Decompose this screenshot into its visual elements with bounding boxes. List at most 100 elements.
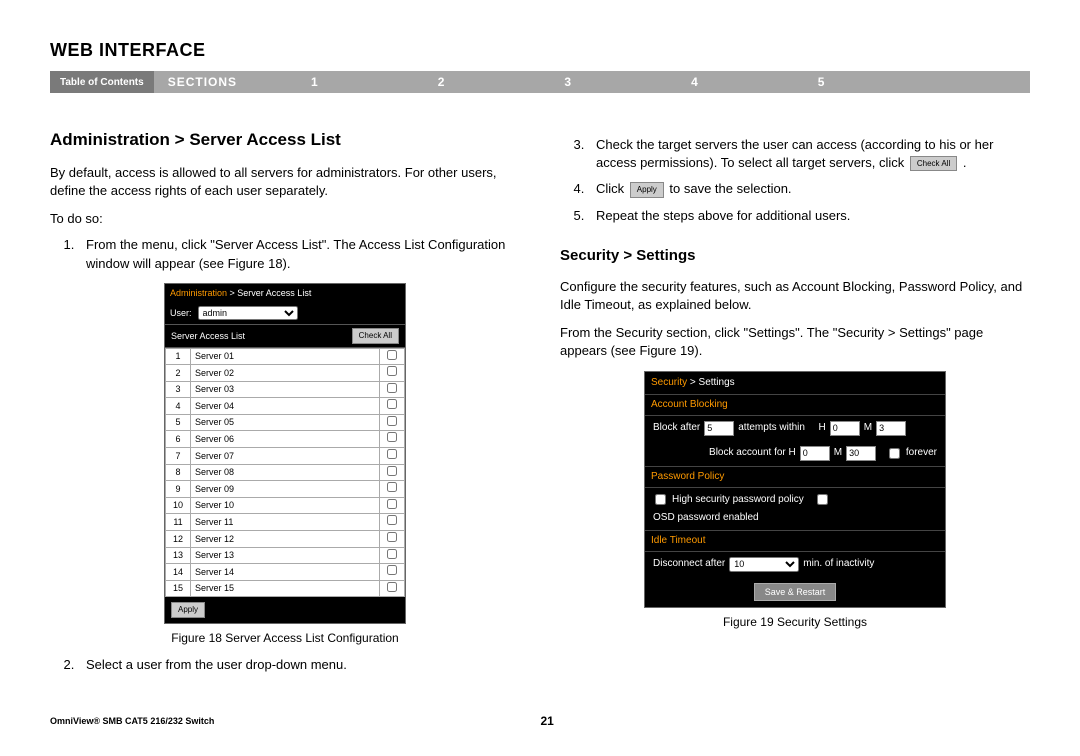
password-policy-row: High security password policy OSD passwo… xyxy=(645,488,945,530)
row-number: 8 xyxy=(166,464,191,481)
step-4-text-b: to save the selection. xyxy=(666,181,792,196)
timeout-select[interactable]: 10 xyxy=(729,557,799,572)
server-name: Server 07 xyxy=(191,448,380,465)
nav-section-3[interactable]: 3 xyxy=(504,75,631,89)
disconnect-row: Disconnect after 10 min. of inactivity xyxy=(645,552,945,577)
server-checkbox[interactable] xyxy=(387,383,397,393)
user-label: User: xyxy=(170,307,192,320)
fig18-breadcrumb: Administration > Server Access List xyxy=(165,284,405,303)
account-blocking-header: Account Blocking xyxy=(645,394,945,416)
step-2: Select a user from the user drop-down me… xyxy=(78,656,520,674)
row-number: 5 xyxy=(166,414,191,431)
row-number: 4 xyxy=(166,398,191,415)
nav-toc[interactable]: Table of Contents xyxy=(50,71,154,93)
server-name: Server 12 xyxy=(191,531,380,548)
server-name: Server 10 xyxy=(191,497,380,514)
step-4: Click Apply to save the selection. xyxy=(588,180,1030,198)
left-column: Administration > Server Access List By d… xyxy=(50,128,520,683)
apply-button[interactable]: Apply xyxy=(171,602,205,617)
server-checkbox[interactable] xyxy=(387,515,397,525)
table-row: 8Server 08 xyxy=(166,464,405,481)
table-row: 2Server 02 xyxy=(166,365,405,382)
table-row: 15Server 15 xyxy=(166,580,405,597)
inline-apply-button[interactable]: Apply xyxy=(630,182,664,197)
nav-sections-label: SECTIONS xyxy=(154,75,251,89)
list-title: Server Access List xyxy=(171,330,245,343)
server-checkbox[interactable] xyxy=(387,350,397,360)
table-row: 5Server 05 xyxy=(166,414,405,431)
row-number: 10 xyxy=(166,497,191,514)
server-checkbox[interactable] xyxy=(387,466,397,476)
minutes-input[interactable] xyxy=(876,421,906,436)
security-p2: From the Security section, click "Settin… xyxy=(560,324,1030,360)
forever-label: forever xyxy=(906,446,937,460)
attempts-within-label: attempts within xyxy=(738,421,805,435)
forever-checkbox[interactable] xyxy=(889,448,900,459)
high-security-label: High security password policy xyxy=(672,493,804,507)
breadcrumb-rest: > Settings xyxy=(687,377,735,388)
disconnect-label: Disconnect after xyxy=(653,557,725,571)
table-row: 11Server 11 xyxy=(166,514,405,531)
step-3: Check the target servers the user can ac… xyxy=(588,136,1030,172)
block-minutes-input[interactable] xyxy=(846,446,876,461)
block-after-row: Block after attempts within H M xyxy=(645,416,945,441)
server-checkbox[interactable] xyxy=(387,366,397,376)
product-name: OmniView® SMB CAT5 216/232 Switch xyxy=(50,716,214,726)
step-3-text-b: . xyxy=(959,155,966,170)
attempts-input[interactable] xyxy=(704,421,734,436)
step-4-text-a: Click xyxy=(596,181,628,196)
intro-text: By default, access is allowed to all ser… xyxy=(50,164,520,200)
nav-section-1[interactable]: 1 xyxy=(251,75,378,89)
inactivity-label: min. of inactivity xyxy=(803,557,874,571)
osd-password-label: OSD password enabled xyxy=(653,511,759,525)
nav-section-2[interactable]: 2 xyxy=(378,75,505,89)
idle-timeout-header: Idle Timeout xyxy=(645,530,945,552)
step-5: Repeat the steps above for additional us… xyxy=(588,207,1030,225)
section-nav: Table of Contents SECTIONS 1 2 3 4 5 xyxy=(50,71,1030,93)
page-title: WEB INTERFACE xyxy=(50,40,1030,61)
inline-check-all-button[interactable]: Check All xyxy=(910,156,957,171)
table-row: 9Server 09 xyxy=(166,481,405,498)
h-label: H xyxy=(819,421,826,435)
hours-input[interactable] xyxy=(830,421,860,436)
table-row: 3Server 03 xyxy=(166,381,405,398)
server-checkbox[interactable] xyxy=(387,449,397,459)
check-all-button[interactable]: Check All xyxy=(352,328,399,343)
server-checkbox[interactable] xyxy=(387,565,397,575)
password-policy-header: Password Policy xyxy=(645,466,945,488)
row-number: 13 xyxy=(166,547,191,564)
row-number: 12 xyxy=(166,531,191,548)
server-checkbox[interactable] xyxy=(387,482,397,492)
m-label: M xyxy=(864,421,872,435)
breadcrumb-highlight: Security xyxy=(651,377,687,388)
row-number: 9 xyxy=(166,481,191,498)
save-restart-button[interactable]: Save & Restart xyxy=(754,583,837,602)
table-row: 12Server 12 xyxy=(166,531,405,548)
nav-section-4[interactable]: 4 xyxy=(631,75,758,89)
block-after-label: Block after xyxy=(653,421,700,435)
high-security-checkbox[interactable] xyxy=(655,494,666,505)
block-hours-input[interactable] xyxy=(800,446,830,461)
server-name: Server 05 xyxy=(191,414,380,431)
table-row: 14Server 14 xyxy=(166,564,405,581)
server-checkbox[interactable] xyxy=(387,416,397,426)
right-column: Check the target servers the user can ac… xyxy=(560,128,1030,683)
server-checkbox[interactable] xyxy=(387,432,397,442)
section-heading-security: Security > Settings xyxy=(560,245,1030,266)
server-checkbox[interactable] xyxy=(387,582,397,592)
osd-password-checkbox[interactable] xyxy=(817,494,828,505)
server-name: Server 02 xyxy=(191,365,380,382)
server-checkbox[interactable] xyxy=(387,549,397,559)
table-row: 4Server 04 xyxy=(166,398,405,415)
nav-section-5[interactable]: 5 xyxy=(758,75,885,89)
user-select[interactable]: admin xyxy=(198,306,298,320)
server-name: Server 01 xyxy=(191,348,380,365)
table-row: 7Server 07 xyxy=(166,448,405,465)
server-name: Server 15 xyxy=(191,580,380,597)
row-number: 15 xyxy=(166,580,191,597)
todo-label: To do so: xyxy=(50,210,520,228)
server-checkbox[interactable] xyxy=(387,532,397,542)
server-checkbox[interactable] xyxy=(387,399,397,409)
server-checkbox[interactable] xyxy=(387,499,397,509)
server-name: Server 08 xyxy=(191,464,380,481)
